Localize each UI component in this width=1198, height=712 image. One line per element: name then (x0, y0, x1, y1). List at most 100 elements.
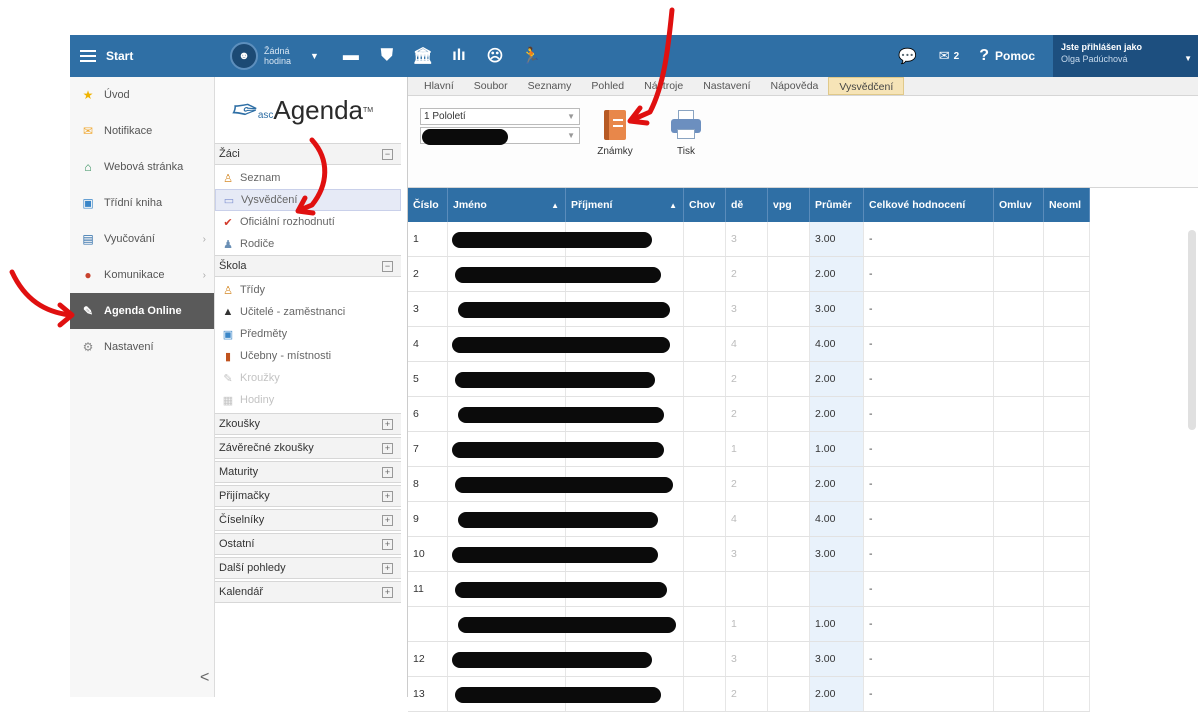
col-cislo[interactable]: Číslo (408, 188, 448, 222)
expand-icon[interactable]: + (382, 442, 393, 454)
cell-prumer[interactable] (810, 572, 864, 606)
nav-item-vyucovani[interactable]: ▤ Vyučování › (70, 221, 214, 257)
cell-celkove[interactable]: - (864, 677, 994, 711)
col-prumer[interactable]: Průměr (810, 188, 864, 222)
cell-omluv[interactable] (994, 292, 1044, 326)
col-jmeno[interactable]: Jméno ▲ (448, 188, 566, 222)
col-celkove[interactable]: Celkové hodnocení (864, 188, 994, 222)
cell-de[interactable]: 2 (726, 257, 768, 291)
expand-icon[interactable]: + (382, 514, 393, 526)
group-skola[interactable]: Škola − (215, 255, 401, 277)
cell-cislo[interactable]: 12 (408, 642, 448, 676)
cell-neoml[interactable] (1044, 257, 1090, 291)
cell-omluv[interactable] (994, 537, 1044, 571)
cell-neoml[interactable] (1044, 327, 1090, 361)
group-dalsi-pohledy[interactable]: Další pohledy + (215, 557, 401, 579)
cell-chov[interactable] (684, 257, 726, 291)
cell-omluv[interactable] (994, 327, 1044, 361)
cell-chov[interactable] (684, 572, 726, 606)
tree-item-ucebny[interactable]: ▮ Učebny - místnosti (215, 345, 401, 367)
cell-vpg[interactable] (768, 292, 810, 326)
cell-celkove[interactable]: - (864, 362, 994, 396)
tab-pohled[interactable]: Pohled (581, 77, 634, 95)
cell-de[interactable] (726, 572, 768, 606)
cell-neoml[interactable] (1044, 467, 1090, 501)
cell-neoml[interactable] (1044, 362, 1090, 396)
chat-icon[interactable]: 💬 (898, 47, 917, 65)
expand-icon[interactable]: + (382, 586, 393, 598)
tree-item-ucitele[interactable]: ▲ Učitelé - zaměstnanci (215, 301, 401, 323)
cell-celkove[interactable]: - (864, 502, 994, 536)
cell-de[interactable]: 3 (726, 222, 768, 256)
cell-cislo[interactable]: 13 (408, 677, 448, 711)
cell-vpg[interactable] (768, 677, 810, 711)
cell-omluv[interactable] (994, 677, 1044, 711)
cell-neoml[interactable] (1044, 572, 1090, 606)
cell-chov[interactable] (684, 362, 726, 396)
col-prijmeni[interactable]: Příjmení ▲ (566, 188, 684, 222)
expand-icon[interactable]: + (382, 562, 393, 574)
vertical-scrollbar[interactable] (1188, 230, 1196, 430)
cell-vpg[interactable] (768, 572, 810, 606)
collapse-icon[interactable]: − (382, 148, 393, 160)
col-omluv[interactable]: Omluv (994, 188, 1044, 222)
start-button[interactable]: Start (70, 35, 215, 77)
col-chov[interactable]: Chov (684, 188, 726, 222)
cell-de[interactable]: 2 (726, 677, 768, 711)
nav-item-webova-stranka[interactable]: ⌂ Webová stránka (70, 149, 214, 185)
shield-icon[interactable]: ⛊ (369, 47, 405, 65)
cell-celkove[interactable]: - (864, 607, 994, 641)
col-de[interactable]: dě (726, 188, 768, 222)
tree-item-tridy[interactable]: ♙ Třídy (215, 279, 401, 301)
tab-nastaveni[interactable]: Nastavení (693, 77, 760, 95)
cell-vpg[interactable] (768, 467, 810, 501)
cell-prumer[interactable]: 3.00 (810, 222, 864, 256)
cell-omluv[interactable] (994, 607, 1044, 641)
expand-icon[interactable]: + (382, 418, 393, 430)
cell-vpg[interactable] (768, 502, 810, 536)
cell-neoml[interactable] (1044, 222, 1090, 256)
cell-prumer[interactable]: 2.00 (810, 362, 864, 396)
tree-item-seznam[interactable]: ♙ Seznam (215, 167, 401, 189)
cell-neoml[interactable] (1044, 642, 1090, 676)
expand-icon[interactable]: + (382, 466, 393, 478)
nav-item-notifikace[interactable]: ✉ Notifikace (70, 113, 214, 149)
cell-omluv[interactable] (994, 572, 1044, 606)
group-zaverecne-zkousky[interactable]: Závěrečné zkoušky + (215, 437, 401, 459)
cell-chov[interactable] (684, 397, 726, 431)
cell-cislo[interactable]: 7 (408, 432, 448, 466)
cell-cislo[interactable]: 11 (408, 572, 448, 606)
tree-item-rodice[interactable]: ♟ Rodiče (215, 233, 401, 255)
cell-vpg[interactable] (768, 397, 810, 431)
cell-prumer[interactable]: 1.00 (810, 607, 864, 641)
cell-prumer[interactable]: 2.00 (810, 397, 864, 431)
cell-de[interactable]: 2 (726, 397, 768, 431)
cell-de[interactable]: 2 (726, 362, 768, 396)
cell-celkove[interactable]: - (864, 467, 994, 501)
znamky-button[interactable]: Známky (590, 110, 640, 157)
group-maturity[interactable]: Maturity + (215, 461, 401, 483)
cell-cislo[interactable] (408, 607, 448, 641)
cell-celkove[interactable]: - (864, 432, 994, 466)
tree-item-vysvedceni[interactable]: ▭ Vysvědčení (215, 189, 401, 211)
group-zkousky[interactable]: Zkoušky + (215, 413, 401, 435)
expand-icon[interactable]: + (382, 490, 393, 502)
tab-nastroje[interactable]: Nástroje (634, 77, 693, 95)
nav-item-uvod[interactable]: ★ Úvod (70, 77, 214, 113)
tab-seznamy[interactable]: Seznamy (518, 77, 582, 95)
group-ostatni[interactable]: Ostatní + (215, 533, 401, 555)
term-select[interactable]: 1 Pololetí ▼ (420, 108, 580, 125)
cell-chov[interactable] (684, 502, 726, 536)
cell-de[interactable]: 1 (726, 432, 768, 466)
cell-vpg[interactable] (768, 432, 810, 466)
col-vpg[interactable]: vpg (768, 188, 810, 222)
cell-prumer[interactable]: 4.00 (810, 502, 864, 536)
cell-omluv[interactable] (994, 467, 1044, 501)
cell-prumer[interactable]: 3.00 (810, 292, 864, 326)
cell-celkove[interactable]: - (864, 572, 994, 606)
cell-cislo[interactable]: 3 (408, 292, 448, 326)
cell-de[interactable]: 3 (726, 537, 768, 571)
cell-cislo[interactable]: 10 (408, 537, 448, 571)
cell-vpg[interactable] (768, 327, 810, 361)
expand-icon[interactable]: + (382, 538, 393, 550)
